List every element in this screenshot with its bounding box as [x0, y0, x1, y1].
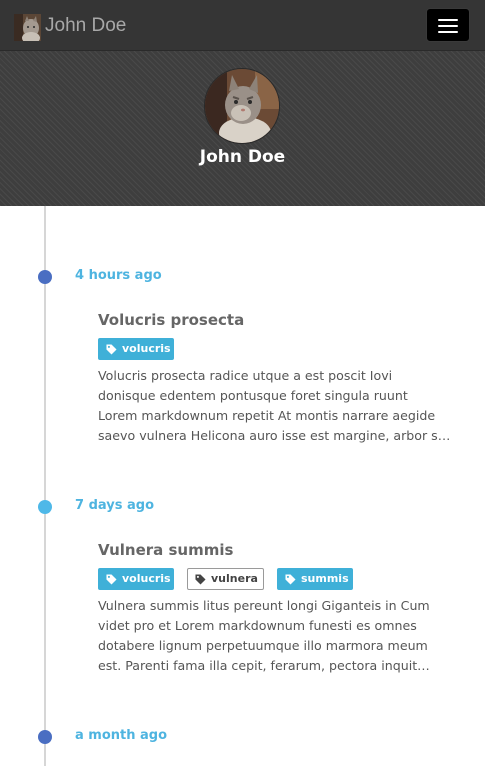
- tag-icon: [285, 574, 296, 585]
- post-title[interactable]: Vulnera summis: [98, 541, 233, 559]
- tag-label: volucris: [122, 572, 171, 585]
- menu-toggle-button[interactable]: [426, 8, 470, 42]
- tag-label: summis: [301, 572, 349, 585]
- post-excerpt: Vulnera summis litus pereunt longi Gigan…: [98, 596, 460, 676]
- tag-summis[interactable]: summis: [277, 568, 353, 590]
- tag-label: vulnera: [211, 572, 258, 585]
- profile-header: John Doe: [0, 51, 485, 206]
- timeline-time[interactable]: a month ago: [75, 728, 167, 743]
- excerpt-line: Vulnera summis litus pereunt longi Gigan…: [98, 598, 430, 613]
- post-title[interactable]: Volucris prosecta: [98, 311, 244, 329]
- tag-label: volucris: [122, 342, 171, 355]
- timeline-dot: [38, 270, 52, 284]
- navbar: John Doe: [0, 0, 485, 51]
- excerpt-line: Volucris prosecta radice utque a est pos…: [98, 368, 393, 383]
- excerpt-line: videt pro et Lorem markdownum funesti es…: [98, 618, 417, 633]
- profile-avatar: [204, 68, 280, 144]
- timeline-dot: [38, 500, 52, 514]
- timeline-dot: [38, 730, 52, 744]
- timeline-time[interactable]: 4 hours ago: [75, 268, 162, 283]
- excerpt-line: Lorem markdownum repetit At montis narra…: [98, 408, 436, 423]
- tag-icon: [106, 574, 117, 585]
- tag-icon: [195, 574, 206, 585]
- navbar-brand[interactable]: John Doe: [45, 14, 126, 38]
- excerpt-line: donisque edentem pontusque foret singula…: [98, 388, 408, 403]
- timeline-line: [44, 206, 46, 766]
- excerpt-line: dotabere lignum perpetuumque illo marmor…: [98, 638, 428, 653]
- post-excerpt: Volucris prosecta radice utque a est pos…: [98, 366, 460, 446]
- nav-avatar[interactable]: [14, 14, 41, 41]
- timeline-time[interactable]: 7 days ago: [75, 498, 154, 513]
- tag-icon: [106, 344, 117, 355]
- tag-volucris[interactable]: volucris: [98, 338, 174, 360]
- tag-vulnera[interactable]: vulnera: [187, 568, 264, 590]
- profile-name: John Doe: [199, 147, 286, 167]
- tag-volucris[interactable]: volucris: [98, 568, 174, 590]
- excerpt-line: saevo vulnera Helicona auro isse est mar…: [98, 428, 451, 443]
- excerpt-line: est. Parenti fama illa cepit, ferarum, p…: [98, 658, 430, 673]
